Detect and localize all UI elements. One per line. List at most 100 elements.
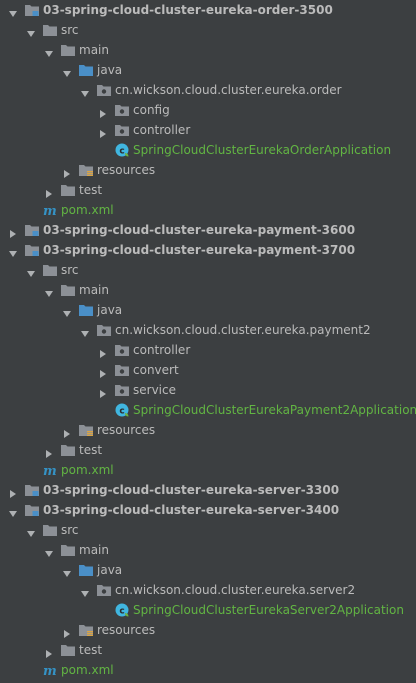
chevron-down-icon[interactable] xyxy=(26,525,36,537)
chevron-down-icon[interactable] xyxy=(8,5,18,17)
tree-node-test[interactable]: test xyxy=(0,180,416,200)
tree-node-java[interactable]: java xyxy=(0,60,416,80)
tree-node-label: src xyxy=(61,263,79,277)
maven-pom-icon: m xyxy=(42,203,58,219)
tree-node-config[interactable]: config xyxy=(0,100,416,120)
tree-node-03-spring-cloud-cluster-eureka-payment-3700[interactable]: 03-spring-cloud-cluster-eureka-payment-3… xyxy=(0,240,416,260)
folder-icon xyxy=(60,443,76,457)
chevron-right-icon[interactable] xyxy=(98,105,108,118)
tree-node-cn-wickson-cloud-cluster-eureka-order[interactable]: cn.wickson.cloud.cluster.eureka.order xyxy=(0,80,416,100)
tree-node-label: 03-spring-cloud-cluster-eureka-server-34… xyxy=(43,503,340,517)
chevron-down-icon[interactable] xyxy=(80,85,90,97)
module-folder-icon xyxy=(24,483,40,497)
tree-node-test[interactable]: test xyxy=(0,640,416,660)
tree-node-main[interactable]: main xyxy=(0,540,416,560)
package-icon xyxy=(114,103,130,117)
svg-text:m: m xyxy=(43,204,57,217)
tree-node-java[interactable]: java xyxy=(0,300,416,320)
tree-node-service[interactable]: service xyxy=(0,380,416,400)
chevron-down-icon[interactable] xyxy=(62,65,72,77)
tree-node-resources[interactable]: resources xyxy=(0,620,416,640)
module-folder-icon xyxy=(24,503,40,517)
chevron-down-icon[interactable] xyxy=(80,585,90,597)
chevron-right-icon[interactable] xyxy=(98,125,108,138)
tree-node-test[interactable]: test xyxy=(0,440,416,460)
tree-node-springcloudclustereurekaorderapplication[interactable]: c SpringCloudClusterEurekaOrderApplicatio… xyxy=(0,140,416,160)
chevron-right-icon[interactable] xyxy=(44,645,54,658)
chevron-right-icon[interactable] xyxy=(44,445,54,458)
chevron-down-icon[interactable] xyxy=(44,285,54,297)
folder-icon xyxy=(60,643,76,657)
package-icon xyxy=(96,323,112,337)
tree-node-label: cn.wickson.cloud.cluster.eureka.server2 xyxy=(115,583,356,597)
tree-node-resources[interactable]: resources xyxy=(0,160,416,180)
tree-node-src[interactable]: src xyxy=(0,20,416,40)
tree-node-pom-xml[interactable]: m pom.xml xyxy=(0,200,416,220)
package-icon xyxy=(114,343,130,357)
chevron-down-icon[interactable] xyxy=(26,25,36,37)
spring-boot-class-icon: c xyxy=(114,402,130,417)
tree-node-controller[interactable]: controller xyxy=(0,120,416,140)
tree-node-pom-xml[interactable]: m pom.xml xyxy=(0,660,416,680)
maven-pom-icon: m xyxy=(42,463,58,479)
tree-node-src[interactable]: src xyxy=(0,260,416,280)
chevron-right-icon[interactable] xyxy=(62,425,72,438)
svg-text:c: c xyxy=(119,407,124,417)
tree-node-03-spring-cloud-cluster-eureka-payment-3600[interactable]: 03-spring-cloud-cluster-eureka-payment-3… xyxy=(0,220,416,240)
tree-node-03-spring-cloud-cluster-eureka-server-3300[interactable]: 03-spring-cloud-cluster-eureka-server-33… xyxy=(0,480,416,500)
tree-node-03-spring-cloud-cluster-eureka-server-3400[interactable]: 03-spring-cloud-cluster-eureka-server-34… xyxy=(0,500,416,520)
tree-node-label: src xyxy=(61,23,79,37)
tree-node-label: 03-spring-cloud-cluster-eureka-payment-3… xyxy=(43,243,356,257)
chevron-down-icon[interactable] xyxy=(8,505,18,517)
svg-text:c: c xyxy=(119,147,124,157)
chevron-down-icon[interactable] xyxy=(44,545,54,557)
chevron-right-icon[interactable] xyxy=(62,625,72,638)
chevron-down-icon[interactable] xyxy=(62,305,72,317)
tree-node-pom-xml[interactable]: m pom.xml xyxy=(0,460,416,480)
tree-node-java[interactable]: java xyxy=(0,560,416,580)
tree-node-03-spring-cloud-cluster-eureka-order-3500[interactable]: 03-spring-cloud-cluster-eureka-order-350… xyxy=(0,0,416,20)
chevron-right-icon[interactable] xyxy=(8,225,18,238)
folder-icon xyxy=(42,263,58,277)
chevron-down-icon[interactable] xyxy=(26,265,36,277)
folder-icon xyxy=(42,523,58,537)
chevron-right-icon[interactable] xyxy=(98,385,108,398)
chevron-right-icon[interactable] xyxy=(98,345,108,358)
tree-node-cn-wickson-cloud-cluster-eureka-server2[interactable]: cn.wickson.cloud.cluster.eureka.server2 xyxy=(0,580,416,600)
chevron-right-icon[interactable] xyxy=(62,165,72,178)
tree-node-label: cn.wickson.cloud.cluster.eureka.payment2 xyxy=(115,323,371,337)
tree-node-main[interactable]: main xyxy=(0,40,416,60)
tree-node-label: java xyxy=(97,303,123,317)
tree-node-label: resources xyxy=(97,623,156,637)
tree-node-springcloudclustereurekapayment2application[interactable]: c SpringCloudClusterEurekaPayment2Applica… xyxy=(0,400,416,420)
tree-node-label: pom.xml xyxy=(61,663,114,677)
resources-folder-icon xyxy=(78,623,94,637)
chevron-down-icon[interactable] xyxy=(44,45,54,57)
chevron-right-icon[interactable] xyxy=(44,185,54,198)
chevron-right-icon[interactable] xyxy=(8,485,18,498)
svg-text:m: m xyxy=(43,664,57,677)
tree-node-springcloudclustereurekaserver2application[interactable]: c SpringCloudClusterEurekaServer2Applicat… xyxy=(0,600,416,620)
folder-icon xyxy=(60,543,76,557)
package-icon xyxy=(114,383,130,397)
tree-node-label: main xyxy=(79,43,109,57)
folder-icon xyxy=(60,43,76,57)
tree-node-cn-wickson-cloud-cluster-eureka-payment2[interactable]: cn.wickson.cloud.cluster.eureka.payment2 xyxy=(0,320,416,340)
tree-node-label: SpringCloudClusterEurekaServer2Applicati… xyxy=(133,603,404,617)
tree-node-src[interactable]: src xyxy=(0,520,416,540)
tree-node-resources[interactable]: resources xyxy=(0,420,416,440)
tree-node-label: controller xyxy=(133,123,191,137)
chevron-right-icon[interactable] xyxy=(98,365,108,378)
tree-node-main[interactable]: main xyxy=(0,280,416,300)
tree-node-label: SpringCloudClusterEurekaOrderApplication xyxy=(133,143,392,157)
tree-node-label: resources xyxy=(97,423,156,437)
tree-node-label: cn.wickson.cloud.cluster.eureka.order xyxy=(115,83,342,97)
tree-node-controller[interactable]: controller xyxy=(0,340,416,360)
chevron-down-icon[interactable] xyxy=(62,565,72,577)
tree-node-convert[interactable]: convert xyxy=(0,360,416,380)
tree-node-label: main xyxy=(79,283,109,297)
package-icon xyxy=(96,83,112,97)
chevron-down-icon[interactable] xyxy=(80,325,90,337)
tree-node-label: main xyxy=(79,543,109,557)
chevron-down-icon[interactable] xyxy=(8,245,18,257)
